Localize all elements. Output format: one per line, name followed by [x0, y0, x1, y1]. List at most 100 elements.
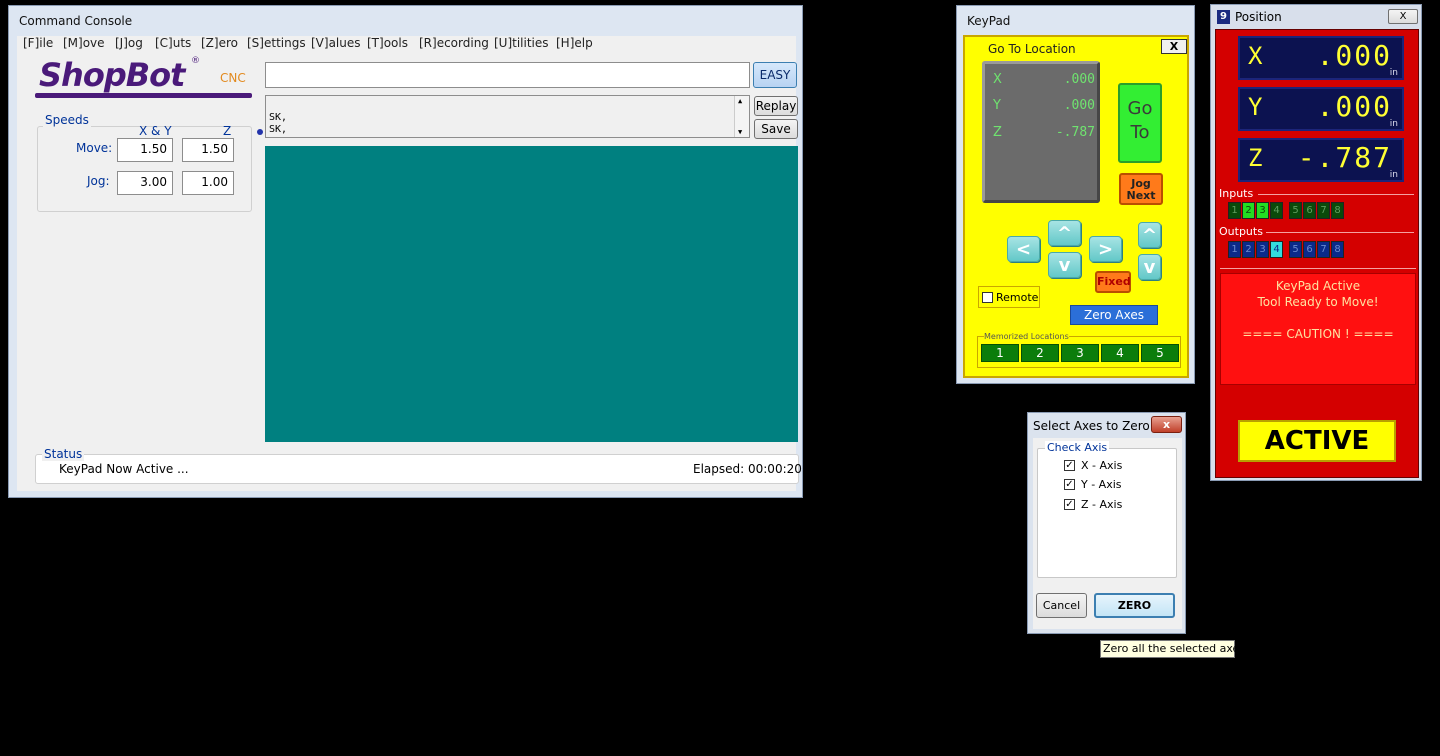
- menu-zero[interactable]: [Z]ero: [201, 36, 238, 50]
- logo-text: ShopBot: [39, 56, 185, 94]
- outputs-label: Outputs: [1219, 225, 1263, 238]
- remote-label: Remote: [996, 291, 1039, 304]
- dro-x: X .000: [989, 68, 1101, 94]
- menu-help[interactable]: [H]elp: [556, 36, 593, 50]
- z-axis-label: Z - Axis: [1081, 498, 1123, 511]
- status-message: KeyPad Now Active ...: [59, 462, 189, 476]
- position-panel: X .000 in Y .000 in Z -.787 in Inputs 1 …: [1215, 29, 1419, 478]
- memory-5-button[interactable]: 5: [1141, 344, 1179, 362]
- save-button[interactable]: Save: [754, 119, 798, 139]
- zero-axes-dialog: Select Axes to Zero x Check Axis ✓ X - A…: [1027, 412, 1186, 634]
- menu-values[interactable]: [V]alues: [311, 36, 361, 50]
- status-legend: Status: [42, 447, 85, 461]
- jog-up-button[interactable]: ^: [1048, 220, 1081, 246]
- jog-next-button[interactable]: Jog Next: [1119, 173, 1163, 205]
- easy-button[interactable]: EASY: [753, 62, 797, 88]
- dro-axis-label: X: [993, 72, 1002, 87]
- scroll-up-icon[interactable]: ▲: [738, 97, 742, 105]
- keypad-window: KeyPad Go To Location X X .000 Y .000 Z …: [956, 5, 1195, 384]
- fixed-button[interactable]: Fixed: [1095, 271, 1131, 293]
- x-axis-checkbox[interactable]: ✓: [1064, 460, 1075, 471]
- position-unit: in: [1389, 170, 1398, 180]
- command-input[interactable]: [265, 62, 750, 88]
- position-title: Position: [1235, 10, 1282, 24]
- position-value: -.787: [1297, 141, 1392, 174]
- jog-xy-speed-input[interactable]: 3.00: [117, 171, 173, 195]
- menu-utilities[interactable]: [U]tilities: [494, 36, 549, 50]
- memory-3-button[interactable]: 3: [1061, 344, 1099, 362]
- jog-right-button[interactable]: >: [1089, 236, 1122, 262]
- jog-z-speed-input[interactable]: 1.00: [182, 171, 234, 195]
- output-7-indicator: 7: [1317, 241, 1330, 258]
- console-client: [F]ile [M]ove [J]og [C]uts [Z]ero [S]ett…: [17, 36, 802, 491]
- dro-axis-label: Y: [993, 98, 1001, 113]
- jog-next-line-2: Next: [1126, 189, 1156, 202]
- menu-recording[interactable]: [R]ecording: [419, 36, 489, 50]
- dro-axis-label: Z: [993, 125, 1002, 140]
- goto-button[interactable]: Go To: [1118, 83, 1162, 163]
- y-axis-checkbox[interactable]: ✓: [1064, 479, 1075, 490]
- jog-speed-label: Jog:: [87, 174, 110, 188]
- check-axis-legend: Check Axis: [1045, 441, 1110, 454]
- move-speed-label: Move:: [76, 141, 113, 155]
- keypad-close-button[interactable]: X: [1161, 39, 1187, 54]
- console-title: Command Console: [19, 14, 133, 28]
- menu-cuts[interactable]: [C]uts: [155, 36, 191, 50]
- speeds-col-xy: X & Y: [139, 124, 172, 138]
- tool-path-display[interactable]: [265, 146, 798, 442]
- active-indicator[interactable]: ACTIVE: [1238, 420, 1396, 462]
- memory-1-button[interactable]: 1: [981, 344, 1019, 362]
- memory-4-button[interactable]: 4: [1101, 344, 1139, 362]
- outputs-indicators: 1 2 3 4 5 6 7 8: [1228, 241, 1348, 258]
- dro-z: Z -.787: [989, 121, 1101, 147]
- input-2-indicator: 2: [1242, 202, 1255, 219]
- menu-settings[interactable]: [S]ettings: [247, 36, 306, 50]
- elapsed-time: Elapsed: 00:00:20: [693, 462, 802, 476]
- keypad-dro: X .000 Y .000 Z -.787: [982, 61, 1100, 203]
- position-value: .000: [1316, 90, 1392, 123]
- history-scrollbar[interactable]: ▲ ▼: [734, 96, 749, 137]
- zero-dialog-client: Check Axis ✓ X - Axis ✓ Y - Axis ✓ Z - A…: [1033, 438, 1182, 629]
- goto-line-2: To: [1130, 122, 1150, 143]
- logo-underline: [35, 93, 252, 98]
- jog-down-button[interactable]: v: [1048, 252, 1081, 278]
- jog-z-down-button[interactable]: v: [1138, 254, 1161, 280]
- output-3-indicator: 3: [1256, 241, 1269, 258]
- jog-left-button[interactable]: <: [1007, 236, 1040, 262]
- zero-button[interactable]: ZERO: [1094, 593, 1175, 618]
- menu-move[interactable]: [M]ove: [63, 36, 105, 50]
- cancel-button[interactable]: Cancel: [1036, 593, 1087, 618]
- output-5-indicator: 5: [1289, 241, 1302, 258]
- dro-value: .000: [1063, 98, 1095, 113]
- input-8-indicator: 8: [1331, 202, 1344, 219]
- menu-tools[interactable]: [T]ools: [367, 36, 408, 50]
- jog-z-up-button[interactable]: ^: [1138, 222, 1161, 248]
- input-3-indicator: 3: [1256, 202, 1269, 219]
- move-xy-speed-input[interactable]: 1.50: [117, 138, 173, 162]
- logo-registered: ®: [191, 56, 200, 66]
- input-4-indicator: 4: [1270, 202, 1283, 219]
- history-line: SK,: [269, 112, 288, 123]
- command-history[interactable]: SK, SK, ▲ ▼: [265, 95, 750, 138]
- position-z-readout: Z -.787 in: [1238, 138, 1404, 182]
- position-close-button[interactable]: X: [1388, 9, 1418, 24]
- y-axis-label: Y - Axis: [1081, 478, 1122, 491]
- position-axis-label: X: [1248, 42, 1263, 70]
- memory-2-button[interactable]: 2: [1021, 344, 1059, 362]
- speeds-col-z: Z: [223, 124, 232, 138]
- zero-dialog-title: Select Axes to Zero: [1033, 419, 1150, 433]
- message-divider: [1220, 268, 1416, 269]
- position-unit: in: [1389, 68, 1398, 78]
- menu-file[interactable]: [F]ile: [23, 36, 53, 50]
- input-5-indicator: 5: [1289, 202, 1302, 219]
- remote-checkbox[interactable]: [982, 292, 993, 303]
- zero-axes-button[interactable]: Zero Axes: [1070, 305, 1158, 325]
- z-axis-checkbox[interactable]: ✓: [1064, 499, 1075, 510]
- zero-dialog-close-button[interactable]: x: [1151, 416, 1182, 433]
- menu-jog[interactable]: [J]og: [115, 36, 143, 50]
- remote-checkbox-group[interactable]: Remote: [978, 286, 1040, 308]
- move-z-speed-input[interactable]: 1.50: [182, 138, 234, 162]
- input-6-indicator: 6: [1303, 202, 1316, 219]
- replay-button[interactable]: Replay: [754, 96, 798, 116]
- scroll-down-icon[interactable]: ▼: [738, 128, 742, 136]
